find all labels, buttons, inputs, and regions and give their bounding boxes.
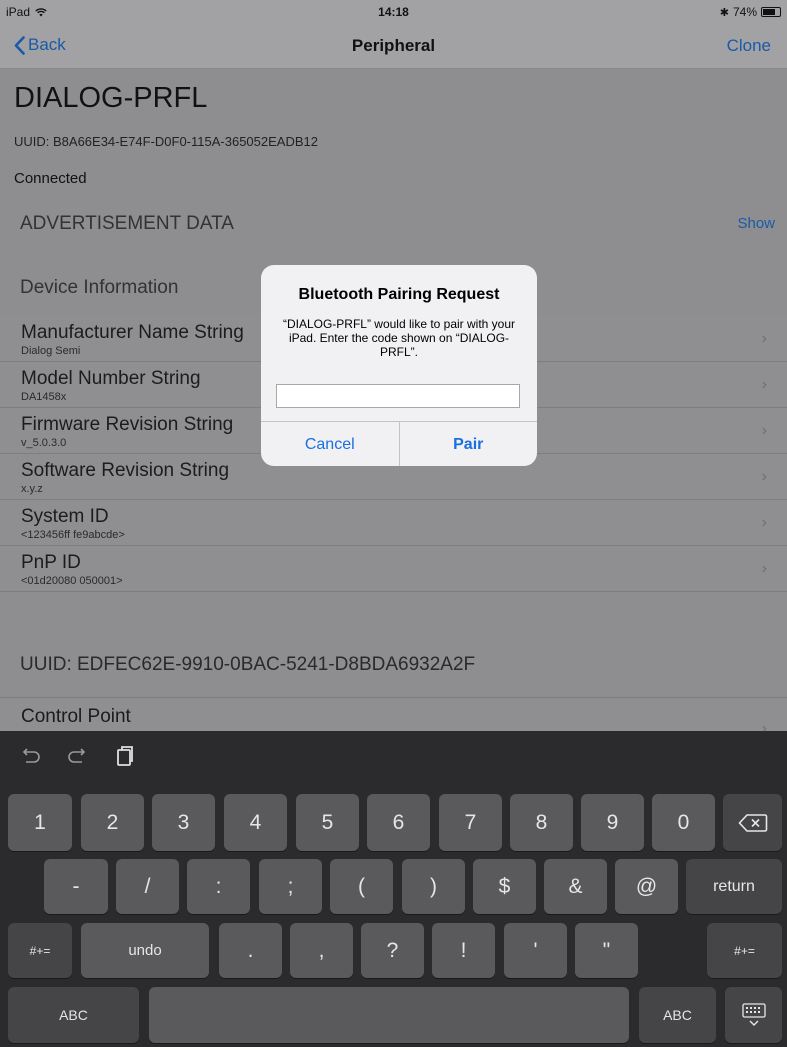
alert-buttons: Cancel Pair (261, 421, 537, 466)
key-slash[interactable]: / (116, 859, 179, 914)
alert-title: Bluetooth Pairing Request (298, 286, 500, 303)
advertisement-section-title: ADVERTISEMENT DATA (20, 213, 234, 234)
row-title: Firmware Revision String (21, 414, 234, 435)
pairing-alert-dialog: Bluetooth Pairing Request “DIALOG-PRFL” … (261, 265, 537, 466)
key-2[interactable]: 2 (81, 794, 144, 851)
status-bar: iPad 14:18 ✱ 74% (0, 0, 787, 24)
list-item-pnp-id[interactable]: PnP ID <01d20080 050001> › (0, 546, 787, 592)
key-apostrophe[interactable]: ' (504, 923, 567, 978)
return-key[interactable]: return (686, 859, 782, 914)
row-value: x.y.z (21, 483, 43, 495)
row-title: System ID (21, 506, 109, 527)
symbols-key-left[interactable]: #+= (8, 923, 72, 978)
abc-key-right[interactable]: ABC (639, 987, 716, 1043)
device-info-section-title: Device Information (20, 277, 179, 298)
cancel-button[interactable]: Cancel (261, 422, 400, 466)
clone-button[interactable]: Clone (727, 36, 771, 56)
row-value: v_5.0.3.0 (21, 437, 67, 449)
pairing-code-input[interactable] (276, 384, 520, 408)
key-quote[interactable]: " (575, 923, 638, 978)
list-item-system-id[interactable]: System ID <123456ff fe9abcde> › (0, 500, 787, 546)
keyboard-dismiss-icon (741, 1003, 766, 1026)
alert-message: “DIALOG-PRFL” would like to pair with yo… (282, 317, 516, 359)
delete-key[interactable] (723, 794, 782, 851)
keyboard: 1 2 3 4 5 6 7 8 9 0 - / : ; ( ) $ & @ re… (0, 731, 787, 1047)
row-value: <01d20080 050001> (21, 575, 123, 587)
key-5[interactable]: 5 (296, 794, 359, 851)
battery-icon (761, 7, 781, 17)
bluetooth-icon: ✱ (719, 6, 729, 19)
row-value: Dialog Semi (21, 345, 81, 357)
key-hyphen[interactable]: - (44, 859, 108, 914)
chevron-right-icon: › (761, 468, 767, 485)
status-time: 14:18 (378, 5, 409, 19)
battery-percent: 74% (732, 5, 757, 19)
row-title: Software Revision String (21, 460, 230, 481)
abc-key-left[interactable]: ABC (8, 987, 139, 1043)
service-uuid-title: UUID: EDFEC62E-9910-0BAC-5241-D8BDA6932A… (20, 654, 476, 675)
key-7[interactable]: 7 (439, 794, 502, 851)
key-open-paren[interactable]: ( (330, 859, 393, 914)
backspace-icon (737, 813, 767, 832)
device-uuid: UUID: B8A66E34-E74F-D0F0-115A-365052EADB… (14, 134, 318, 149)
chevron-right-icon: › (761, 422, 767, 439)
paste-icon[interactable] (116, 745, 134, 767)
pair-button[interactable]: Pair (400, 422, 538, 466)
key-4[interactable]: 4 (224, 794, 287, 851)
row-title: Model Number String (21, 368, 201, 389)
redo-icon[interactable] (66, 747, 88, 765)
status-right: ✱ 74% (720, 5, 781, 19)
key-3[interactable]: 3 (152, 794, 215, 851)
device-name: DIALOG-PRFL (14, 82, 208, 114)
key-close-paren[interactable]: ) (402, 859, 465, 914)
undo-icon[interactable] (20, 747, 42, 765)
key-colon[interactable]: : (187, 859, 250, 914)
key-period[interactable]: . (219, 923, 282, 978)
connection-status: Connected (14, 170, 87, 187)
row-title: PnP ID (21, 552, 81, 573)
key-at[interactable]: @ (615, 859, 678, 914)
undo-key[interactable]: undo (81, 923, 209, 978)
row-value: DA1458x (21, 391, 67, 403)
show-advertisement-button[interactable]: Show (737, 215, 775, 232)
nav-title: Peripheral (351, 36, 436, 55)
chevron-right-icon: › (761, 330, 767, 347)
key-ampersand[interactable]: & (544, 859, 607, 914)
chevron-right-icon: › (761, 514, 767, 531)
chevron-right-icon: › (761, 376, 767, 393)
key-0[interactable]: 0 (652, 794, 715, 851)
key-8[interactable]: 8 (510, 794, 573, 851)
space-bar[interactable] (149, 987, 629, 1043)
key-comma[interactable]: , (290, 923, 353, 978)
key-semicolon[interactable]: ; (259, 859, 322, 914)
key-exclamation[interactable]: ! (432, 923, 495, 978)
key-question[interactable]: ? (361, 923, 424, 978)
keyboard-shortcut-bar (0, 731, 787, 783)
nav-bar: Back Peripheral Clone (0, 24, 787, 69)
service-section-header: UUID: EDFEC62E-9910-0BAC-5241-D8BDA6932A… (0, 628, 787, 696)
key-dollar[interactable]: $ (473, 859, 536, 914)
symbols-key-right[interactable]: #+= (707, 923, 782, 978)
row-title: Control Point (21, 706, 131, 727)
row-value: <123456ff fe9abcde> (21, 529, 125, 541)
key-9[interactable]: 9 (581, 794, 644, 851)
key-6[interactable]: 6 (367, 794, 430, 851)
dismiss-keyboard-key[interactable] (725, 987, 782, 1043)
chevron-right-icon: › (761, 560, 767, 577)
row-title: Manufacturer Name String (21, 322, 244, 343)
key-1[interactable]: 1 (8, 794, 72, 851)
